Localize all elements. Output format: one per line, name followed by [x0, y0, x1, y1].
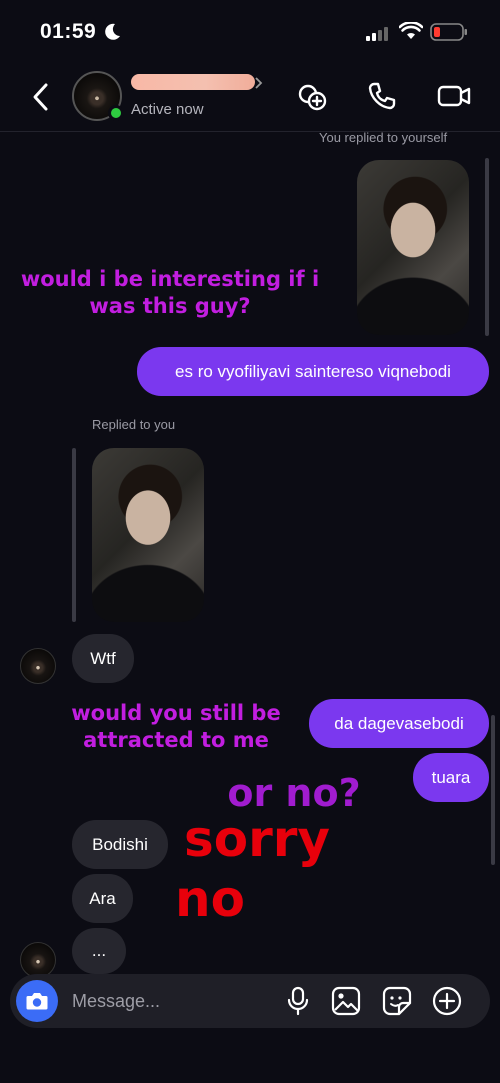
message-text: Wtf	[90, 648, 116, 668]
message-outgoing[interactable]: es ro vyofiliyavi saintereso viqnebodi	[137, 347, 489, 396]
scrollbar[interactable]	[491, 715, 495, 865]
shared-photo-outgoing[interactable]	[357, 160, 469, 335]
typing-dots: ...	[91, 941, 107, 960]
gallery-icon[interactable]	[331, 986, 361, 1016]
add-people-icon[interactable]	[296, 80, 330, 114]
message-input[interactable]	[72, 988, 272, 1014]
overlay-caption: would i be interesting if i was this guy…	[20, 267, 320, 319]
video-camera-icon[interactable]	[436, 80, 472, 112]
avatar[interactable]	[20, 942, 56, 978]
status-time: 01:59	[40, 20, 97, 43]
sticker-icon[interactable]	[382, 986, 412, 1016]
moon-icon	[105, 23, 120, 40]
online-indicator	[108, 105, 124, 121]
add-icon[interactable]	[432, 986, 462, 1016]
message-incoming[interactable]: Ara	[72, 874, 133, 923]
reply-quote-bar	[72, 448, 76, 622]
reply-context-label: Replied to you	[92, 417, 176, 432]
wifi-icon	[399, 22, 423, 39]
battery-icon	[430, 23, 467, 41]
shared-photo-quoted[interactable]	[92, 448, 204, 622]
typing-indicator: ...	[72, 928, 126, 974]
message-text: tuara	[431, 767, 471, 787]
message-text: da dagevasebodi	[334, 713, 464, 733]
contact-avatar[interactable]	[72, 71, 124, 123]
reply-context-label: You replied to yourself	[319, 130, 448, 145]
scrollbar[interactable]	[485, 158, 489, 336]
camera-icon	[26, 993, 48, 1010]
status-bar: 01:59	[0, 0, 500, 66]
message-text: es ro vyofiliyavi saintereso viqnebodi	[175, 361, 451, 381]
back-chevron-icon[interactable]	[28, 80, 56, 114]
message-incoming[interactable]: Bodishi	[72, 820, 168, 869]
microphone-icon[interactable]	[286, 986, 310, 1016]
message-outgoing[interactable]: tuara	[413, 753, 489, 802]
overlay-caption: sorry	[183, 810, 331, 868]
avatar[interactable]	[20, 648, 56, 684]
camera-button[interactable]	[16, 980, 58, 1022]
signal-icon	[366, 27, 388, 41]
message-outgoing[interactable]: da dagevasebodi	[309, 699, 489, 748]
message-incoming[interactable]: Wtf	[72, 634, 134, 683]
chat-header: Active now	[0, 66, 500, 132]
message-text: Bodishi	[92, 834, 148, 854]
contact-name-redacted[interactable]	[131, 74, 255, 90]
chevron-right-icon[interactable]	[254, 76, 264, 90]
message-composer	[10, 974, 490, 1028]
overlay-caption: no	[175, 870, 245, 928]
active-status: Active now	[131, 101, 204, 118]
overlay-caption: would you still be attracted to me	[71, 701, 281, 753]
phone-icon[interactable]	[366, 80, 398, 112]
message-text: Ara	[89, 888, 116, 908]
